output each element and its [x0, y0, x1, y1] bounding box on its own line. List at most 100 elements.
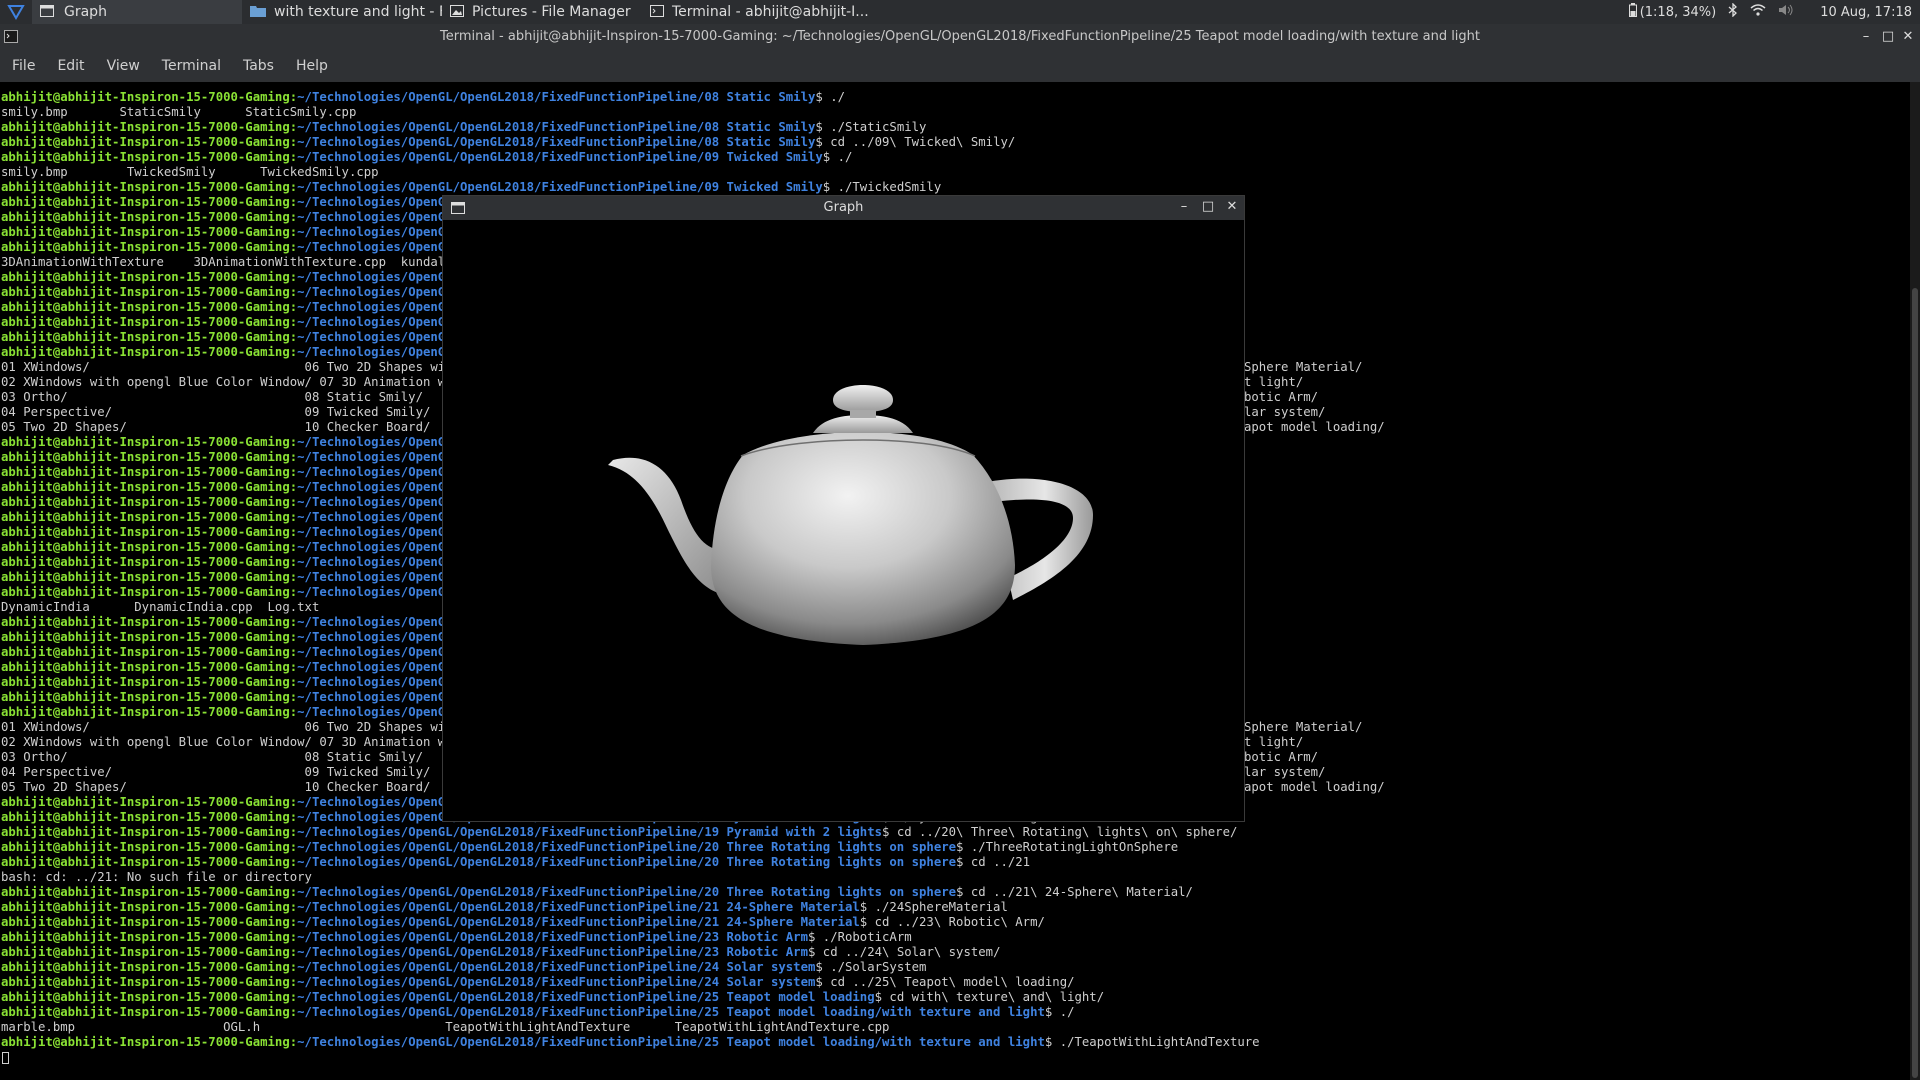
wifi-icon[interactable]: [1750, 4, 1766, 20]
terminal-line: abhijit@abhijit-Inspiron-15-7000-Gaming:…: [1, 90, 845, 105]
window-title: Terminal - abhijit@abhijit-Inspiron-15-7…: [439, 29, 1481, 44]
prompt-user: abhijit@abhijit-Inspiron-15-7000-Gaming: [1, 285, 290, 299]
menu-tabs[interactable]: Tabs: [233, 58, 284, 74]
prompt-user: abhijit@abhijit-Inspiron-15-7000-Gaming: [1, 525, 290, 539]
taskbar-file-manager-pictures[interactable]: Pictures - File Manager: [442, 0, 642, 24]
output-text-right: t light/: [1244, 375, 1304, 389]
terminal-line: abhijit@abhijit-Inspiron-15-7000-Gaming:…: [1, 270, 467, 285]
prompt-user: abhijit@abhijit-Inspiron-15-7000-Gaming: [1, 615, 290, 629]
taskbar-file-manager-texture[interactable]: with texture and light - Fil...: [242, 0, 442, 24]
close-icon[interactable]: ✕: [1900, 29, 1916, 45]
output-text-right: botic Arm/: [1244, 750, 1319, 764]
terminal-line: abhijit@abhijit-Inspiron-15-7000-Gaming:…: [1, 180, 941, 195]
prompt-path: ~/Technologies/OpenGL/OpenGL2018/FixedFu…: [297, 915, 860, 929]
prompt-user: abhijit@abhijit-Inspiron-15-7000-Gaming: [1, 705, 290, 719]
prompt-user: abhijit@abhijit-Inspiron-15-7000-Gaming: [1, 240, 290, 254]
prompt-user: abhijit@abhijit-Inspiron-15-7000-Gaming: [1, 345, 290, 359]
terminal-line: 03 Ortho/ 08 Static Smily/: [1, 390, 423, 405]
terminal-line: abhijit@abhijit-Inspiron-15-7000-Gaming:…: [1, 345, 467, 360]
prompt-user: abhijit@abhijit-Inspiron-15-7000-Gaming: [1, 915, 290, 929]
graph-maximize-icon[interactable]: □: [1200, 199, 1216, 215]
maximize-icon[interactable]: □: [1880, 29, 1896, 45]
command-text: $ cd ../20\ Three\ Rotating\ lights\ on\…: [882, 825, 1238, 839]
terminal-line: abhijit@abhijit-Inspiron-15-7000-Gaming:…: [1, 480, 467, 495]
prompt-user: abhijit@abhijit-Inspiron-15-7000-Gaming: [1, 960, 290, 974]
menu-view[interactable]: View: [97, 58, 150, 74]
terminal-line: abhijit@abhijit-Inspiron-15-7000-Gaming:…: [1, 840, 1178, 855]
prompt-user: abhijit@abhijit-Inspiron-15-7000-Gaming: [1, 135, 290, 149]
battery-indicator[interactable]: (1:18, 34%): [1628, 3, 1716, 21]
scrollbar[interactable]: [1910, 82, 1920, 1080]
prompt-user: abhijit@abhijit-Inspiron-15-7000-Gaming: [1, 810, 290, 824]
clock[interactable]: 10 Aug, 17:18: [1820, 5, 1912, 20]
terminal-line: abhijit@abhijit-Inspiron-15-7000-Gaming:…: [1, 690, 467, 705]
taskbar-terminal[interactable]: Terminal - abhijit@abhijit-I...: [642, 0, 872, 24]
terminal-line: 03 Ortho/ 08 Static Smily/: [1, 750, 423, 765]
scrollbar-thumb[interactable]: [1912, 288, 1918, 1078]
bluetooth-icon[interactable]: [1728, 2, 1738, 21]
terminal-line: marble.bmp OGL.h TeapotWithLightAndTextu…: [1, 1020, 889, 1035]
command-text: $ ./SolarSystem: [815, 960, 927, 974]
prompt-user: abhijit@abhijit-Inspiron-15-7000-Gaming: [1, 495, 290, 509]
prompt-user: abhijit@abhijit-Inspiron-15-7000-Gaming: [1, 120, 290, 134]
graph-minimize-icon[interactable]: –: [1176, 199, 1192, 215]
prompt-user: abhijit@abhijit-Inspiron-15-7000-Gaming: [1, 510, 290, 524]
app-menu-icon[interactable]: [6, 2, 26, 22]
command-text: $ cd ../21\ 24-Sphere\ Material/: [956, 885, 1193, 899]
system-tray: (1:18, 34%) 10 Aug, 17:18: [1628, 0, 1912, 24]
terminal-line: abhijit@abhijit-Inspiron-15-7000-Gaming:…: [1, 675, 467, 690]
prompt-user: abhijit@abhijit-Inspiron-15-7000-Gaming: [1, 570, 290, 584]
top-panel: Graph with texture and light - Fil... Pi…: [0, 0, 1920, 24]
terminal-line: abhijit@abhijit-Inspiron-15-7000-Gaming:…: [1, 450, 467, 465]
terminal-line: 04 Perspective/ 09 Twicked Smily/: [1, 765, 430, 780]
prompt-path: ~/Technologies/OpenGL/OpenGL2018/FixedFu…: [297, 840, 957, 854]
prompt-path: ~/Technologies/OpenGL/OpenGL2018/FixedFu…: [297, 1005, 1045, 1019]
command-text: $ ./RoboticArm: [807, 930, 912, 944]
terminal-titlebar[interactable]: Terminal - abhijit@abhijit-Inspiron-15-7…: [0, 24, 1920, 50]
prompt-path: ~/Technologies/OpenGL/OpenGL2018/FixedFu…: [297, 975, 816, 989]
prompt-user: abhijit@abhijit-Inspiron-15-7000-Gaming: [1, 855, 290, 869]
graph-close-icon[interactable]: ✕: [1224, 199, 1240, 215]
terminal-icon: [650, 5, 664, 19]
terminal-line: 05 Two 2D Shapes/ 10 Checker Board/: [1, 780, 430, 795]
graph-titlebar[interactable]: Graph – □ ✕: [443, 196, 1244, 220]
terminal-line: abhijit@abhijit-Inspiron-15-7000-Gaming:…: [1, 945, 1000, 960]
terminal-line: abhijit@abhijit-Inspiron-15-7000-Gaming:…: [1, 330, 467, 345]
menu-edit[interactable]: Edit: [47, 58, 94, 74]
prompt-path: ~/Technologies/OpenGL/OpenGL2018/FixedFu…: [297, 180, 823, 194]
output-text-right: Sphere Material/: [1244, 720, 1363, 734]
prompt-path: ~/Technologies/OpenGL/OpenGL2018/FixedFu…: [297, 825, 883, 839]
prompt-user: abhijit@abhijit-Inspiron-15-7000-Gaming: [1, 585, 290, 599]
output-text: marble.bmp OGL.h TeapotWithLightAndTextu…: [1, 1020, 890, 1034]
output-text-right: t light/: [1244, 735, 1304, 749]
image-icon: [450, 5, 464, 19]
output-text-right: apot model loading/: [1244, 420, 1385, 434]
command-text: $ cd ../25\ Teapot\ model\ loading/: [815, 975, 1075, 989]
prompt-user: abhijit@abhijit-Inspiron-15-7000-Gaming: [1, 975, 290, 989]
terminal-line: abhijit@abhijit-Inspiron-15-7000-Gaming:…: [1, 660, 467, 675]
terminal-line: 3DAnimationWithTexture 3DAnimationWithTe…: [1, 255, 453, 270]
graph-window[interactable]: Graph – □ ✕: [442, 195, 1245, 822]
menu-help[interactable]: Help: [286, 58, 338, 74]
terminal-line: abhijit@abhijit-Inspiron-15-7000-Gaming:…: [1, 900, 1008, 915]
prompt-user: abhijit@abhijit-Inspiron-15-7000-Gaming: [1, 450, 290, 464]
prompt-user: abhijit@abhijit-Inspiron-15-7000-Gaming: [1, 300, 290, 314]
output-text: 04 Perspective/ 09 Twicked Smily/: [1, 405, 431, 419]
output-text-right: lar system/: [1244, 405, 1326, 419]
prompt-path: ~/Technologies/OpenGL/OpenGL2018/FixedFu…: [297, 855, 957, 869]
prompt-path: ~/Technologies/OpenGL/OpenGL2018/FixedFu…: [297, 900, 860, 914]
menu-file[interactable]: File: [2, 58, 45, 74]
menu-terminal[interactable]: Terminal: [152, 58, 231, 74]
teapot-lid: [813, 385, 913, 433]
prompt-user: abhijit@abhijit-Inspiron-15-7000-Gaming: [1, 210, 290, 224]
taskbar-label: Terminal - abhijit@abhijit-I...: [672, 4, 869, 20]
volume-icon[interactable]: [1778, 4, 1794, 20]
terminal-line: abhijit@abhijit-Inspiron-15-7000-Gaming:…: [1, 495, 467, 510]
folder-icon: [250, 5, 266, 19]
output-text-right: lar system/: [1244, 765, 1326, 779]
prompt-user: abhijit@abhijit-Inspiron-15-7000-Gaming: [1, 1035, 290, 1049]
prompt-path: ~/Technologies/OpenGL/OpenGL2018/FixedFu…: [297, 960, 816, 974]
minimize-icon[interactable]: –: [1858, 29, 1874, 45]
terminal-line: abhijit@abhijit-Inspiron-15-7000-Gaming:…: [1, 615, 467, 630]
taskbar-graph[interactable]: Graph: [32, 0, 242, 24]
